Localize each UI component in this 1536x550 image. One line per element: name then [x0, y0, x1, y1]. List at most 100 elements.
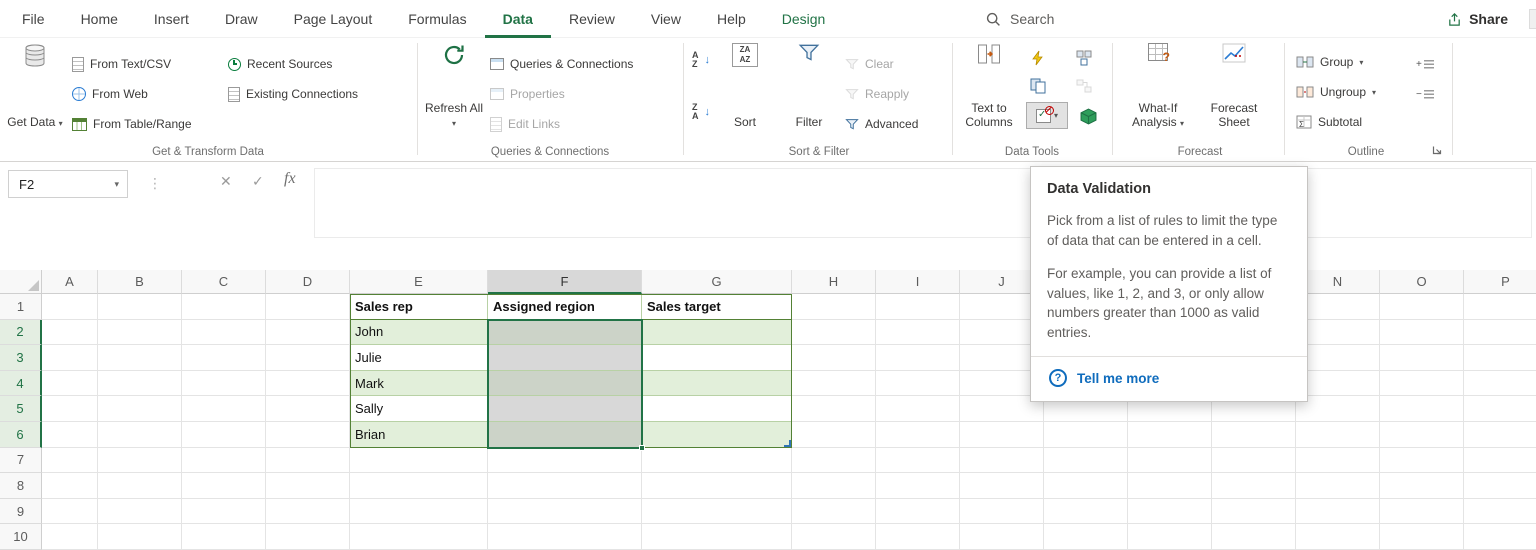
- tab-review[interactable]: Review: [551, 0, 633, 38]
- cell-P3[interactable]: [1464, 345, 1536, 371]
- cell-G3[interactable]: [642, 345, 792, 371]
- cell-K9[interactable]: [1044, 499, 1128, 525]
- select-all-button[interactable]: [0, 270, 42, 294]
- row-header-7[interactable]: 7: [0, 448, 42, 474]
- cell-M6[interactable]: [1212, 422, 1296, 448]
- from-web-button[interactable]: From Web: [72, 82, 148, 106]
- cell-M9[interactable]: [1212, 499, 1296, 525]
- remove-duplicates-button[interactable]: [1030, 74, 1046, 98]
- cell-D4[interactable]: [266, 371, 350, 397]
- column-header-C[interactable]: C: [182, 270, 266, 294]
- cell-F7[interactable]: [488, 448, 642, 474]
- tab-formulas[interactable]: Formulas: [390, 0, 484, 38]
- cell-D2[interactable]: [266, 320, 350, 346]
- cell-L6[interactable]: [1128, 422, 1212, 448]
- cell-H8[interactable]: [792, 473, 876, 499]
- cell-B3[interactable]: [98, 345, 182, 371]
- refresh-all-button[interactable]: Refresh All ▾: [424, 38, 484, 132]
- cell-H3[interactable]: [792, 345, 876, 371]
- cell-I3[interactable]: [876, 345, 960, 371]
- name-box[interactable]: F2 ▾: [8, 170, 128, 198]
- cell-D10[interactable]: [266, 524, 350, 550]
- cell-P6[interactable]: [1464, 422, 1536, 448]
- cell-L10[interactable]: [1128, 524, 1212, 550]
- cell-H7[interactable]: [792, 448, 876, 474]
- cell-B2[interactable]: [98, 320, 182, 346]
- cell-C6[interactable]: [182, 422, 266, 448]
- cell-M10[interactable]: [1212, 524, 1296, 550]
- cell-C9[interactable]: [182, 499, 266, 525]
- cell-N8[interactable]: [1296, 473, 1380, 499]
- cell-K7[interactable]: [1044, 448, 1128, 474]
- column-header-G[interactable]: G: [642, 270, 792, 294]
- cell-O3[interactable]: [1380, 345, 1464, 371]
- column-header-D[interactable]: D: [266, 270, 350, 294]
- sort-az-button[interactable]: AZ ↓: [692, 48, 710, 72]
- cell-J10[interactable]: [960, 524, 1044, 550]
- manage-data-model-button[interactable]: [1080, 104, 1097, 128]
- cell-B10[interactable]: [98, 524, 182, 550]
- tab-help[interactable]: Help: [699, 0, 764, 38]
- row-header-3[interactable]: 3: [0, 345, 42, 371]
- cell-N10[interactable]: [1296, 524, 1380, 550]
- name-box-dropdown-icon[interactable]: ▾: [114, 179, 127, 190]
- column-header-F[interactable]: F: [488, 270, 642, 294]
- tab-design[interactable]: Design: [764, 0, 844, 38]
- cell-O8[interactable]: [1380, 473, 1464, 499]
- cell-F8[interactable]: [488, 473, 642, 499]
- hide-detail-button[interactable]: −: [1416, 82, 1434, 106]
- cell-K8[interactable]: [1044, 473, 1128, 499]
- cell-J7[interactable]: [960, 448, 1044, 474]
- cell-A10[interactable]: [42, 524, 98, 550]
- cell-D1[interactable]: [266, 294, 350, 320]
- cell-O4[interactable]: [1380, 371, 1464, 397]
- data-validation-button[interactable]: ✓ ▾: [1026, 102, 1068, 129]
- cell-H1[interactable]: [792, 294, 876, 320]
- ungroup-button[interactable]: Ungroup ▾: [1296, 80, 1376, 104]
- flash-fill-button[interactable]: [1030, 46, 1046, 70]
- cell-O7[interactable]: [1380, 448, 1464, 474]
- cell-C5[interactable]: [182, 396, 266, 422]
- cell-L8[interactable]: [1128, 473, 1212, 499]
- cell-I10[interactable]: [876, 524, 960, 550]
- cell-N2[interactable]: [1296, 320, 1380, 346]
- cell-H2[interactable]: [792, 320, 876, 346]
- cell-K6[interactable]: [1044, 422, 1128, 448]
- cell-G4[interactable]: [642, 371, 792, 397]
- cell-D7[interactable]: [266, 448, 350, 474]
- table-resize-handle[interactable]: [784, 440, 791, 447]
- tab-home[interactable]: Home: [63, 0, 136, 38]
- get-data-button[interactable]: Get Data ▾: [6, 38, 64, 132]
- consolidate-button[interactable]: [1076, 46, 1092, 70]
- sort-za-button[interactable]: ZA ↓: [692, 100, 710, 124]
- cell-O6[interactable]: [1380, 422, 1464, 448]
- cell-N6[interactable]: [1296, 422, 1380, 448]
- cell-J9[interactable]: [960, 499, 1044, 525]
- column-header-N[interactable]: N: [1296, 270, 1380, 294]
- filter-button[interactable]: Filter: [784, 38, 834, 132]
- cell-J6[interactable]: [960, 422, 1044, 448]
- column-header-H[interactable]: H: [792, 270, 876, 294]
- cell-A3[interactable]: [42, 345, 98, 371]
- row-header-10[interactable]: 10: [0, 524, 42, 550]
- row-header-2[interactable]: 2: [0, 320, 42, 346]
- sort-button[interactable]: ZAAZ Sort: [720, 38, 770, 132]
- cell-D5[interactable]: [266, 396, 350, 422]
- tab-data[interactable]: Data: [485, 0, 551, 38]
- cell-B8[interactable]: [98, 473, 182, 499]
- tab-page-layout[interactable]: Page Layout: [276, 0, 391, 38]
- search-box[interactable]: Search: [986, 0, 1054, 38]
- subtotal-button[interactable]: Σ Subtotal: [1296, 110, 1362, 134]
- row-header-9[interactable]: 9: [0, 499, 42, 525]
- cell-F5[interactable]: [488, 396, 642, 422]
- cell-H10[interactable]: [792, 524, 876, 550]
- recent-sources-button[interactable]: Recent Sources: [228, 52, 332, 76]
- cell-I4[interactable]: [876, 371, 960, 397]
- group-button[interactable]: Group ▾: [1296, 50, 1363, 74]
- cell-E8[interactable]: [350, 473, 488, 499]
- cell-G2[interactable]: [642, 320, 792, 346]
- cell-C8[interactable]: [182, 473, 266, 499]
- column-header-B[interactable]: B: [98, 270, 182, 294]
- cell-B6[interactable]: [98, 422, 182, 448]
- advanced-filter-button[interactable]: Advanced: [845, 112, 918, 136]
